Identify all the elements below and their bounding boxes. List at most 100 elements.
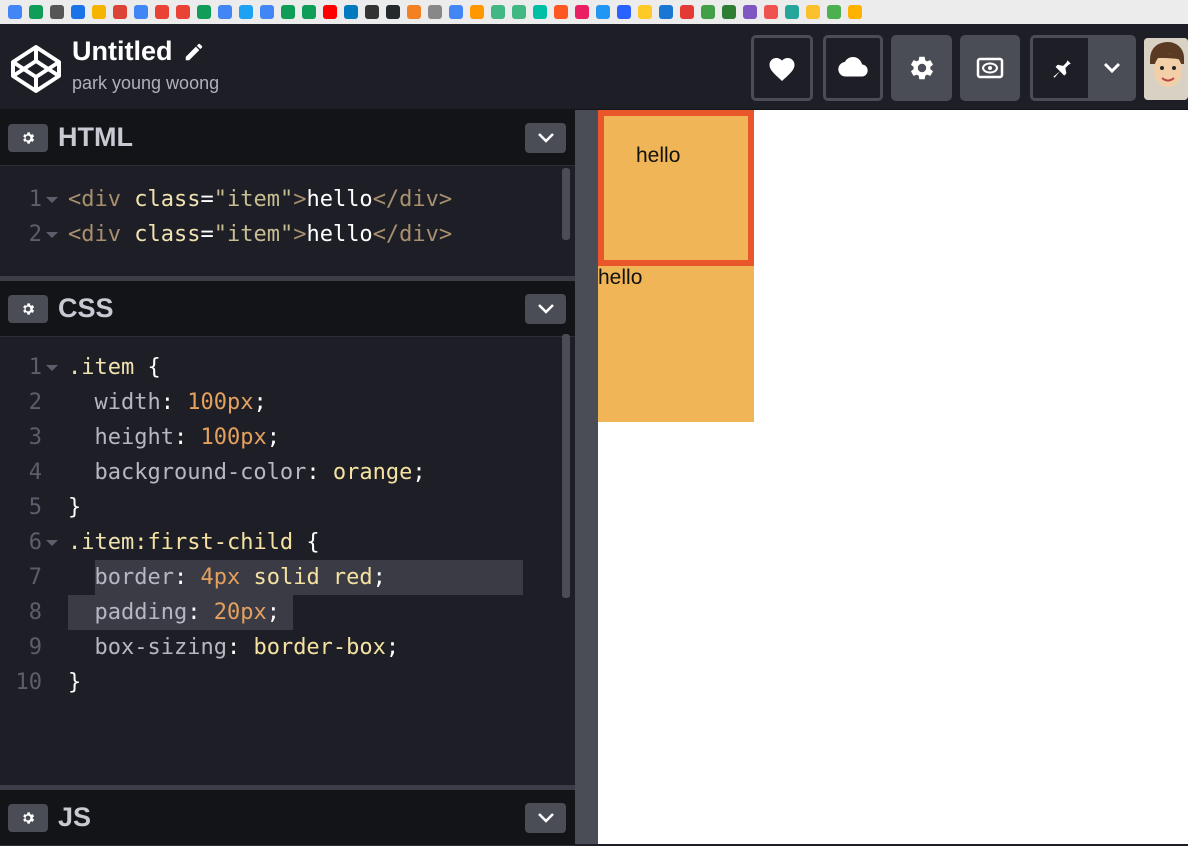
css-pane-collapse-button[interactable]: [525, 294, 566, 324]
settings-button[interactable]: [891, 35, 952, 101]
save-button[interactable]: [823, 35, 883, 101]
code-text: <div class="item">hello</div>: [68, 187, 453, 212]
bookmark-favicon-icon[interactable]: [302, 5, 316, 19]
project-author[interactable]: park young woong: [72, 73, 219, 94]
fold-arrow-icon[interactable]: [46, 365, 58, 371]
gear-icon: [23, 132, 35, 144]
js-pane-collapse-button[interactable]: [525, 803, 566, 833]
html-code-editor[interactable]: 1 <div class="item">hello</div> 2 <div clas…: [0, 167, 575, 276]
bookmark-favicon-icon[interactable]: [764, 5, 778, 19]
bookmark-favicon-icon[interactable]: [785, 5, 799, 19]
pencil-icon[interactable]: [183, 41, 205, 63]
fold-arrow-icon[interactable]: [46, 540, 58, 546]
bookmark-favicon-icon[interactable]: [365, 5, 379, 19]
bookmark-favicon-icon[interactable]: [680, 5, 694, 19]
bookmark-favicon-icon[interactable]: [92, 5, 106, 19]
gear-icon: [23, 812, 35, 824]
bookmark-favicon-icon[interactable]: [197, 5, 211, 19]
code-line[interactable]: 1 .item {: [0, 350, 560, 385]
code-line[interactable]: 3 height: 100px;: [0, 420, 560, 455]
bookmark-favicon-icon[interactable]: [638, 5, 652, 19]
bookmark-favicon-icon[interactable]: [701, 5, 715, 19]
bookmark-favicon-icon[interactable]: [71, 5, 85, 19]
line-number: 1: [28, 187, 42, 212]
bookmark-favicon-icon[interactable]: [848, 5, 862, 19]
bookmark-favicon-icon[interactable]: [155, 5, 169, 19]
bookmark-favicon-icon[interactable]: [8, 5, 22, 19]
bookmark-favicon-icon[interactable]: [743, 5, 757, 19]
bookmark-favicon-icon[interactable]: [176, 5, 190, 19]
bookmark-favicon-icon[interactable]: [449, 5, 463, 19]
html-editor-scrollbar[interactable]: [562, 168, 570, 240]
result-preview[interactable]: hello hello: [598, 110, 1188, 844]
js-pane-header[interactable]: JS: [0, 790, 575, 846]
css-editor-scrollbar[interactable]: [562, 334, 570, 598]
html-settings-button[interactable]: [8, 124, 48, 152]
bookmark-favicon-icon[interactable]: [50, 5, 64, 19]
code-line[interactable]: 8 padding: 20px;: [0, 595, 560, 630]
code-line[interactable]: 9 box-sizing: border-box;: [0, 630, 560, 665]
line-number: 10: [15, 670, 43, 695]
code-text: box-sizing: border-box;: [68, 635, 400, 660]
js-settings-button[interactable]: [8, 804, 48, 832]
bookmark-favicon-icon[interactable]: [344, 5, 358, 19]
fold-arrow-icon[interactable]: [46, 232, 58, 238]
bookmark-favicon-icon[interactable]: [533, 5, 547, 19]
bookmark-favicon-icon[interactable]: [554, 5, 568, 19]
panel-resize-handle[interactable]: [575, 110, 598, 844]
love-button[interactable]: [751, 35, 813, 101]
code-line[interactable]: 1 <div class="item">hello</div>: [0, 182, 560, 217]
css-settings-button[interactable]: [8, 295, 48, 323]
view-button[interactable]: [960, 35, 1020, 101]
bookmark-favicon-icon[interactable]: [512, 5, 526, 19]
bookmark-favicon-icon[interactable]: [386, 5, 400, 19]
bookmark-favicon-icon[interactable]: [827, 5, 841, 19]
more-button[interactable]: [1088, 35, 1136, 101]
bookmarks-bar: [0, 0, 1188, 24]
codepen-logo-icon[interactable]: [10, 44, 62, 94]
project-info: Untitled park young woong: [72, 36, 219, 94]
code-line[interactable]: 4 background-color: orange;: [0, 455, 560, 490]
bookmark-favicon-icon[interactable]: [260, 5, 274, 19]
line-number: 4: [28, 460, 42, 485]
bookmark-favicon-icon[interactable]: [575, 5, 589, 19]
bookmark-favicon-icon[interactable]: [29, 5, 43, 19]
code-line[interactable]: 7 border: 4px solid red;: [0, 560, 560, 595]
project-title-row[interactable]: Untitled: [72, 36, 219, 67]
code-text: }: [68, 670, 82, 695]
bookmark-favicon-icon[interactable]: [659, 5, 673, 19]
fold-arrow-icon[interactable]: [46, 197, 58, 203]
line-number: 5: [28, 495, 42, 520]
avatar[interactable]: [1144, 38, 1188, 100]
code-text: height: 100px;: [68, 425, 280, 450]
css-code-editor[interactable]: 1 .item {2 width: 100px; 3 height: 100px; 4…: [0, 338, 575, 785]
code-line[interactable]: 5}: [0, 490, 560, 525]
bookmark-favicon-icon[interactable]: [323, 5, 337, 19]
code-line[interactable]: 10}: [0, 665, 560, 700]
bookmark-favicon-icon[interactable]: [407, 5, 421, 19]
bookmark-favicon-icon[interactable]: [806, 5, 820, 19]
bookmark-favicon-icon[interactable]: [218, 5, 232, 19]
code-line[interactable]: 2 width: 100px;: [0, 385, 560, 420]
project-title[interactable]: Untitled: [72, 36, 173, 67]
code-text: background-color: orange;: [68, 460, 426, 485]
css-pane-header[interactable]: CSS: [0, 281, 575, 337]
bookmark-favicon-icon[interactable]: [428, 5, 442, 19]
code-line[interactable]: 2 <div class="item">hello</div>: [0, 217, 560, 252]
bookmark-favicon-icon[interactable]: [491, 5, 505, 19]
bookmark-favicon-icon[interactable]: [134, 5, 148, 19]
bookmark-favicon-icon[interactable]: [470, 5, 484, 19]
bookmark-favicon-icon[interactable]: [722, 5, 736, 19]
line-number: 6: [28, 530, 42, 555]
editor-header: Untitled park young woong: [0, 24, 1188, 110]
html-pane-collapse-button[interactable]: [525, 123, 566, 153]
html-pane-header[interactable]: HTML: [0, 110, 575, 166]
bookmark-favicon-icon[interactable]: [239, 5, 253, 19]
pin-button[interactable]: [1030, 35, 1088, 101]
bookmark-favicon-icon[interactable]: [281, 5, 295, 19]
bookmark-favicon-icon[interactable]: [596, 5, 610, 19]
bookmark-favicon-icon[interactable]: [113, 5, 127, 19]
code-line[interactable]: 6 .item:first-child {: [0, 525, 560, 560]
js-pane-title: JS: [58, 802, 92, 832]
bookmark-favicon-icon[interactable]: [617, 5, 631, 19]
